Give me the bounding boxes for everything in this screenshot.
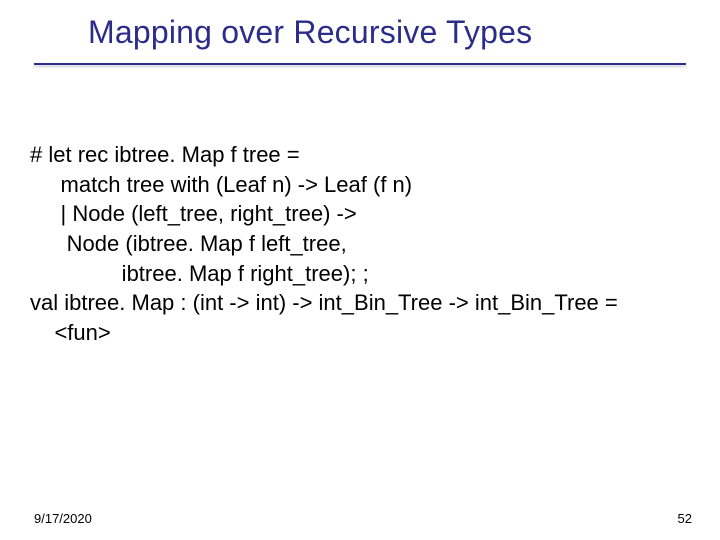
code-line-3: | Node (left_tree, right_tree) -> (30, 199, 690, 229)
footer-date: 9/17/2020 (34, 511, 92, 526)
code-line-5: ibtree. Map f right_tree); ; (30, 259, 690, 289)
slide-body: # let rec ibtree. Map f tree = match tre… (30, 140, 690, 348)
code-line-6: val ibtree. Map : (int -> int) -> int_Bi… (30, 288, 690, 318)
slide: Mapping over Recursive Types # let rec i… (0, 0, 720, 540)
slide-title: Mapping over Recursive Types (88, 14, 680, 51)
code-line-2: match tree with (Leaf n) -> Leaf (f n) (30, 170, 690, 200)
code-line-7: <fun> (30, 318, 690, 348)
code-line-1: # let rec ibtree. Map f tree = (30, 140, 690, 170)
code-line-4: Node (ibtree. Map f left_tree, (30, 229, 690, 259)
title-wrap: Mapping over Recursive Types (88, 14, 680, 51)
footer-page-number: 52 (678, 511, 692, 526)
title-underline (34, 63, 686, 65)
